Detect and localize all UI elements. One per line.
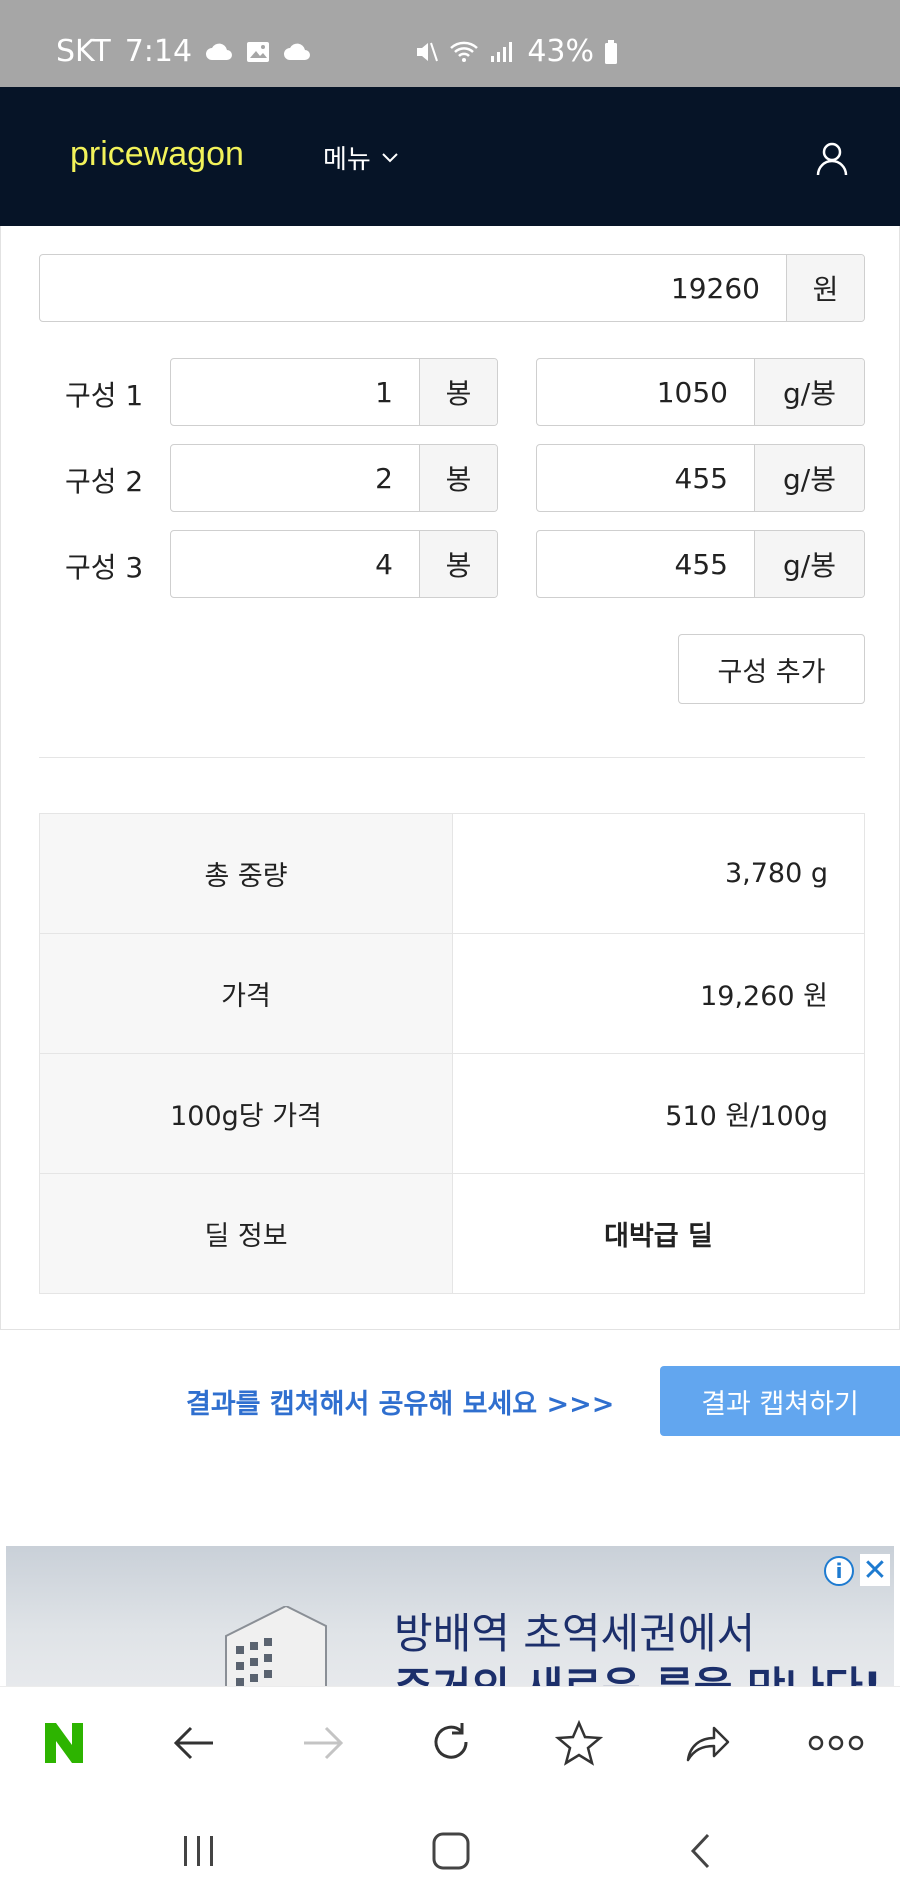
component-weight-field[interactable]: 455 g/봉 xyxy=(536,444,865,512)
component-count-field[interactable]: 2 봉 xyxy=(170,444,498,512)
ad-info-icon[interactable]: i xyxy=(824,1556,854,1586)
status-bar: SKT 7:14 43% xyxy=(0,0,900,87)
site-header: pricewagon 메뉴 xyxy=(0,87,900,226)
battery-icon xyxy=(605,39,617,64)
weight-unit: g/봉 xyxy=(754,445,864,511)
table-row: 총 중량 3,780 g xyxy=(39,813,865,934)
count-input[interactable]: 2 xyxy=(171,445,419,511)
deal-info-value: 대박급 딜 xyxy=(452,1173,865,1294)
capture-button[interactable]: 결과 캡쳐하기 xyxy=(660,1366,900,1436)
component-label: 구성 3 xyxy=(65,551,144,584)
cloud-icon xyxy=(284,43,311,60)
weight-unit: g/봉 xyxy=(754,531,864,597)
logo[interactable]: pricewagon xyxy=(70,135,244,174)
building-image xyxy=(225,1606,327,1686)
count-unit: 봉 xyxy=(419,359,497,425)
ad-close-icon[interactable]: ✕ xyxy=(860,1553,890,1588)
gallery-icon xyxy=(247,41,270,62)
price-unit: 원 xyxy=(786,255,864,321)
result-value: 3,780 g xyxy=(452,813,865,934)
result-key: 100g당 가격 xyxy=(39,1053,453,1174)
component-count-field[interactable]: 4 봉 xyxy=(170,530,498,598)
result-value: 19,260 원 xyxy=(452,933,865,1054)
count-unit: 봉 xyxy=(419,531,497,597)
table-row: 100g당 가격 510 원/100g xyxy=(39,1053,865,1174)
menu-dropdown[interactable]: 메뉴 xyxy=(323,139,399,176)
signal-icon xyxy=(491,41,513,62)
more-icon[interactable] xyxy=(808,1715,864,1771)
component-label: 구성 1 xyxy=(65,379,144,412)
cloud-icon xyxy=(206,43,233,60)
result-key: 가격 xyxy=(39,933,453,1054)
table-row: 딜 정보 대박급 딜 xyxy=(39,1173,865,1294)
back-icon[interactable] xyxy=(166,1715,222,1771)
mute-icon xyxy=(417,42,439,61)
naver-icon[interactable] xyxy=(36,1715,92,1771)
chevron-down-icon xyxy=(382,152,398,162)
carrier: SKT xyxy=(56,34,111,69)
user-icon[interactable] xyxy=(814,141,850,177)
capture-prompt[interactable]: 결과를 캡쳐해서 공유해 보세요 >>> xyxy=(186,1382,614,1421)
result-value: 510 원/100g xyxy=(452,1053,865,1174)
count-input[interactable]: 1 xyxy=(171,359,419,425)
recents-icon[interactable] xyxy=(174,1826,224,1876)
home-icon[interactable] xyxy=(426,1826,476,1876)
table-row: 가격 19,260 원 xyxy=(39,933,865,1054)
ad-headline: 방배역 초역세권에서 xyxy=(394,1609,756,1658)
system-nav-bar xyxy=(0,1796,900,1900)
component-weight-field[interactable]: 455 g/봉 xyxy=(536,530,865,598)
calculator-panel: 19260 원 구성 1 1 봉 1050 g/봉 구성 2 2 봉 455 g… xyxy=(0,226,900,1330)
component-count-field[interactable]: 1 봉 xyxy=(170,358,498,426)
weight-input[interactable]: 455 xyxy=(537,445,754,511)
count-input[interactable]: 4 xyxy=(171,531,419,597)
forward-icon[interactable] xyxy=(295,1715,351,1771)
result-key: 총 중량 xyxy=(39,813,453,934)
result-key: 딜 정보 xyxy=(39,1173,453,1294)
count-unit: 봉 xyxy=(419,445,497,511)
result-table: 총 중량 3,780 g 가격 19,260 원 100g당 가격 510 원/… xyxy=(39,813,865,1294)
battery-percent: 43% xyxy=(527,34,594,69)
bookmark-icon[interactable] xyxy=(551,1715,607,1771)
divider xyxy=(39,757,865,758)
menu-label: 메뉴 xyxy=(323,145,371,175)
component-weight-field[interactable]: 1050 g/봉 xyxy=(536,358,865,426)
weight-unit: g/봉 xyxy=(754,359,864,425)
weight-input[interactable]: 1050 xyxy=(537,359,754,425)
component-label: 구성 2 xyxy=(65,465,144,498)
ad-subheadline: 주거의 새로운 룩을 만나다! xyxy=(394,1654,882,1686)
browser-toolbar xyxy=(0,1686,900,1796)
add-component-button[interactable]: 구성 추가 xyxy=(678,634,865,704)
clock: 7:14 xyxy=(124,34,193,69)
share-icon[interactable] xyxy=(680,1715,736,1771)
price-input[interactable]: 19260 xyxy=(40,255,786,321)
wifi-icon xyxy=(450,41,479,62)
refresh-icon[interactable] xyxy=(423,1715,479,1771)
back-icon[interactable] xyxy=(676,1826,726,1876)
price-field[interactable]: 19260 원 xyxy=(39,254,865,322)
weight-input[interactable]: 455 xyxy=(537,531,754,597)
ad-banner[interactable]: 방배역 초역세권에서 주거의 새로운 룩을 만나다! i ✕ xyxy=(6,1546,894,1686)
